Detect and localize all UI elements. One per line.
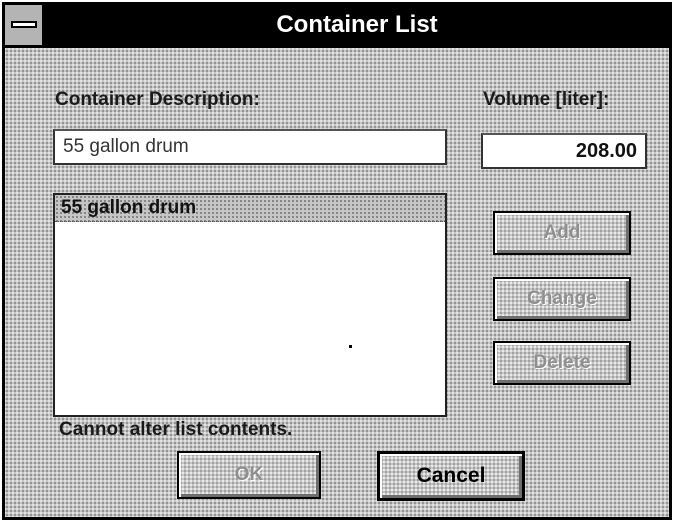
delete-button[interactable]: Delete [493,341,631,385]
window-title: Container List [276,11,438,38]
volume-label: Volume [liter]: [483,89,610,110]
ok-button[interactable]: OK [177,451,321,499]
system-menu-icon [11,21,37,28]
container-description-field[interactable]: 55 gallon drum [53,129,447,165]
cancel-button[interactable]: Cancel [377,451,525,501]
volume-field[interactable]: 208.00 [481,133,647,169]
title-bar: Container List [5,5,669,48]
list-item[interactable]: 55 gallon drum [55,195,445,222]
container-list-dialog: Container List Container Description: Vo… [2,2,672,520]
container-listbox[interactable]: 55 gallon drum [53,193,447,417]
status-message: Cannot alter list contents. [59,419,293,440]
change-button[interactable]: Change [493,277,631,321]
system-menu-button[interactable] [5,5,45,45]
container-description-label: Container Description: [55,89,260,110]
add-button[interactable]: Add [493,211,631,255]
cursor-dot [349,345,352,348]
